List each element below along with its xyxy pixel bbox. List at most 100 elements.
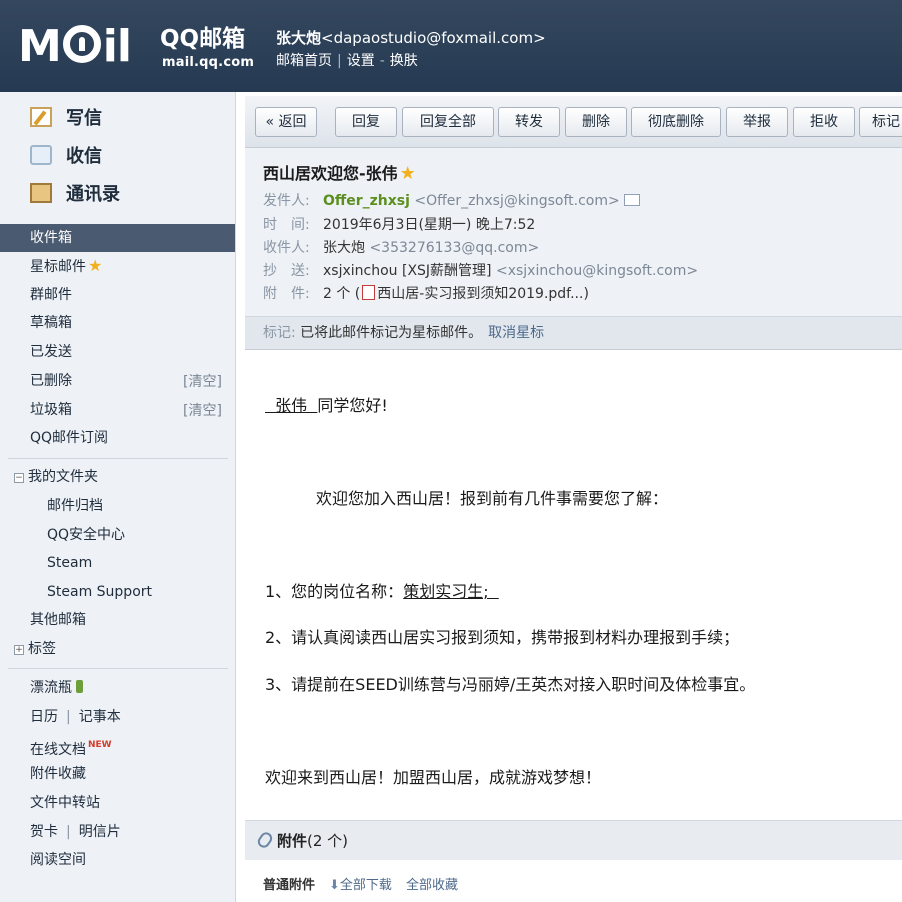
sidebar-item-group-mail[interactable]: 群邮件 (30, 285, 72, 305)
reply-all-button[interactable]: 回复全部 (402, 107, 494, 137)
my-folders-header[interactable]: − 我的文件夹 (14, 467, 98, 487)
sidebar-item-sent[interactable]: 已发送 (30, 342, 72, 362)
settings-link[interactable]: 设置 (347, 53, 375, 69)
tags-header[interactable]: + 标签 (14, 639, 56, 659)
recipient-name[interactable]: 张大炮 (323, 240, 365, 256)
sender-label: 发件人: (263, 193, 310, 209)
sidebar-item-online-docs[interactable]: 在线文档 NEW (30, 735, 112, 760)
change-skin-link[interactable]: 换肤 (390, 53, 418, 69)
tags-label: 标签 (28, 641, 56, 657)
sidebar: 写信 收信 通讯录 收件箱 星标邮件 ★ 群邮件 草稿箱 已发送 已删除 [清空]… (0, 92, 236, 902)
mark-button[interactable]: 标记 (859, 107, 902, 137)
receive-button[interactable]: 收信 (30, 142, 102, 168)
sidebar-item-drift-bottle[interactable]: 漂流瓶 (30, 678, 83, 698)
recipient-email: <353276133@qq.com> (369, 240, 540, 256)
permanent-delete-button[interactable]: 彻底删除 (631, 107, 721, 137)
sidebar-item-attachment-favorites[interactable]: 附件收藏 (30, 764, 86, 784)
forward-button[interactable]: 转发 (498, 107, 560, 137)
cc-name[interactable]: xsjxinchou [XSJ薪酬管理] (323, 263, 492, 279)
time-label: 时 间: (263, 217, 310, 233)
attachment-filename[interactable]: 西山居-实习报到须知2019.pdf...) (377, 286, 589, 302)
sidebar-item-starred[interactable]: 星标邮件 ★ (30, 256, 102, 277)
attachments-title: 附件 (277, 832, 308, 850)
reject-button[interactable]: 拒收 (793, 107, 855, 137)
expand-icon[interactable]: + (14, 645, 24, 655)
sidebar-item-file-transfer[interactable]: 文件中转站 (30, 793, 100, 813)
sender-row: 发件人: Offer_zhxsj <Offer_zhxsj@kingsoft.co… (263, 191, 640, 211)
compose-button[interactable]: 写信 (30, 104, 102, 130)
contact-card-icon[interactable] (623, 194, 640, 206)
sidebar-item-steam-support[interactable]: Steam Support (47, 582, 152, 602)
contacts-button[interactable]: 通讯录 (30, 180, 120, 206)
sent-time: 2019年6月3日(星期一) 晚上7:52 (323, 217, 536, 233)
unstar-link[interactable]: 取消星标 (488, 325, 544, 341)
sidebar-item-other-mailbox[interactable]: 其他邮箱 (30, 610, 86, 630)
attachment-label: 附 件: (263, 286, 310, 302)
calendar-notes-row: 日历 | 记事本 (30, 707, 121, 727)
sender-name[interactable]: Offer_zhxsj (323, 193, 410, 209)
sidebar-item-label: 漂流瓶 (30, 680, 72, 696)
contacts-icon (30, 183, 52, 203)
cc-row: 抄 送: xsjxinchou [XSJ薪酬管理] <xsjxinchou@kin… (263, 261, 698, 281)
star-icon[interactable]: ★ (400, 163, 416, 184)
clear-spam-link[interactable]: [清空] (183, 400, 222, 420)
report-button[interactable]: 举报 (726, 107, 788, 137)
logo-url: mail.qq.com (162, 55, 255, 70)
user-email: <dapaostudio@foxmail.com> (321, 29, 546, 47)
contacts-label: 通讯录 (66, 184, 120, 205)
sidebar-item-postcards[interactable]: 明信片 (79, 824, 121, 840)
recipient-label: 收件人: (263, 240, 310, 256)
bell-icon (62, 25, 101, 63)
user-name: 张大炮 (276, 29, 322, 47)
new-badge: NEW (88, 740, 112, 750)
collapse-icon[interactable]: − (14, 473, 24, 483)
sender-email: <Offer_zhxsj@kingsoft.com> (414, 193, 620, 209)
sidebar-item-inbox[interactable]: 收件箱 (0, 224, 235, 252)
separator: | (66, 709, 71, 725)
attachments-header: 附件(2 个) (245, 820, 902, 860)
cards-postcards-row: 贺卡 | 明信片 (30, 822, 121, 842)
back-button[interactable]: « 返回 (255, 107, 317, 137)
clear-deleted-link[interactable]: [清空] (183, 371, 222, 391)
sidebar-item-deleted[interactable]: 已删除 (30, 371, 72, 391)
download-icon: ⬇ (329, 878, 340, 893)
logo[interactable]: Mil (18, 22, 132, 72)
sidebar-item-steam[interactable]: Steam (47, 553, 92, 573)
recipient-row: 收件人: 张大炮 <353276133@qq.com> (263, 238, 539, 258)
sidebar-item-greeting-cards[interactable]: 贺卡 (30, 824, 58, 840)
attachment-count[interactable]: 2 个 ( (323, 286, 360, 302)
sidebar-item-subscriptions[interactable]: QQ邮件订阅 (30, 428, 108, 448)
item-2: 2、请认真阅读西山居实习报到须知，携带报到材料办理报到手续； (265, 628, 740, 647)
separator: - (379, 53, 385, 69)
my-folders-label: 我的文件夹 (28, 469, 98, 485)
sidebar-item-spam[interactable]: 垃圾箱 (30, 400, 72, 420)
delete-button[interactable]: 删除 (565, 107, 627, 137)
receive-label: 收信 (66, 146, 102, 167)
download-all-link[interactable]: 全部下载 (340, 878, 392, 893)
reply-button[interactable]: 回复 (335, 107, 397, 137)
item-1: 1、您的岗位名称：策划实习生; (265, 578, 499, 602)
compose-label: 写信 (66, 108, 102, 129)
attachments-actions: 普通附件 ⬇全部下载 全部收藏 (263, 874, 472, 893)
cc-email: <xsjxinchou@kingsoft.com> (495, 263, 699, 279)
closing-paragraph: 欢迎来到西山居！加盟西山居，成就游戏梦想！ (265, 768, 602, 787)
save-all-link[interactable]: 全部收藏 (406, 878, 458, 893)
sidebar-item-label: 在线文档 (30, 742, 86, 758)
sidebar-item-notes[interactable]: 记事本 (79, 709, 121, 725)
inbox-icon (30, 145, 52, 165)
sidebar-item-mail-archive[interactable]: 邮件归档 (47, 496, 103, 516)
mailbox-home-link[interactable]: 邮箱首页 (276, 53, 332, 69)
sidebar-item-qq-security[interactable]: QQ安全中心 (47, 525, 125, 545)
time-row: 时 间: 2019年6月3日(星期一) 晚上7:52 (263, 215, 535, 235)
sidebar-item-reading-space[interactable]: 阅读空间 (30, 850, 86, 870)
item-3: 3、请提前在SEED训练营与冯丽婷/王英杰对接入职时间及体检事宜。 (265, 675, 756, 694)
sidebar-item-drafts[interactable]: 草稿箱 (30, 313, 72, 333)
paperclip-icon (255, 830, 275, 850)
recipient-name-underlined: 张伟 (265, 396, 318, 415)
sidebar-item-calendar[interactable]: 日历 (30, 709, 58, 725)
message-toolbar: « 返回 回复 回复全部 转发 删除 彻底删除 举报 拒收 标记 (245, 96, 902, 148)
separator: | (66, 824, 71, 840)
bottle-icon (76, 680, 83, 693)
message-subject: 西山居欢迎您-张伟 ★ (263, 160, 416, 184)
greeting: 张伟 同学您好! (265, 392, 388, 416)
